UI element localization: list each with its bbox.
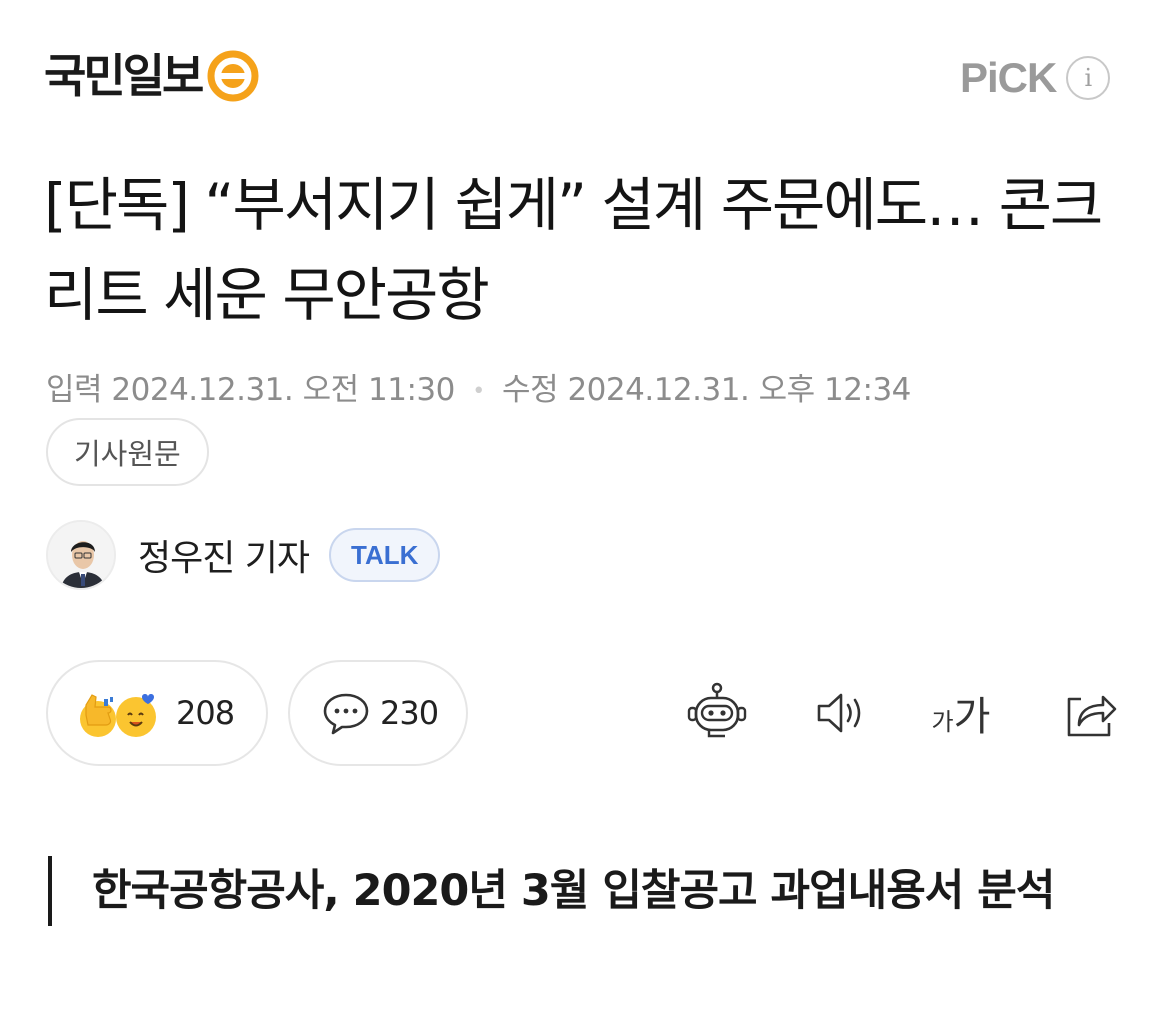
modified-datetime: 2024.12.31. 오후 12:34	[567, 372, 911, 408]
modified-label: 수정	[502, 372, 559, 408]
press-logo-icon	[207, 50, 259, 102]
font-size-icon: 가가	[932, 684, 991, 742]
reporter-name[interactable]: 정우진 기자	[138, 529, 310, 581]
article-timestamps: 입력 2024.12.31. 오전 11:30 • 수정 2024.12.31.…	[46, 368, 911, 414]
pick-label: PiCK	[960, 54, 1057, 101]
info-icon[interactable]: i	[1066, 56, 1111, 100]
article-subheading: 한국공항공사, 2020년 3월 입찰공고 과업내용서 분석	[48, 856, 1128, 926]
press-name: 국민일보	[44, 49, 204, 103]
font-size-big: 가	[953, 694, 991, 740]
original-article-button[interactable]: 기사원문	[46, 418, 209, 486]
reporter-avatar[interactable]	[46, 520, 116, 590]
talk-label: TALK	[351, 539, 419, 570]
font-size-small: 가	[931, 708, 954, 736]
reporter-photo-icon	[48, 522, 114, 588]
font-size-button[interactable]: 가가	[926, 680, 996, 746]
input-label: 입력	[46, 372, 103, 408]
speaker-icon	[817, 693, 861, 733]
reporter-row: 정우진 기자 TALK	[46, 520, 441, 590]
reaction-emoji-icon	[80, 694, 156, 737]
pick-badge[interactable]: PiCK i	[960, 54, 1111, 101]
article-headline: [단독] “부서지기 쉽게” 설계 주문에도… 콘크리트 세운 무안공항	[44, 171, 1103, 329]
comment-button[interactable]: 230	[288, 660, 468, 766]
share-button[interactable]	[1054, 680, 1124, 746]
comment-count: 230	[380, 694, 439, 732]
original-article-label: 기사원문	[74, 437, 181, 471]
meta-separator: •	[472, 378, 485, 404]
robot-summary-icon	[687, 682, 747, 738]
text-to-speech-button[interactable]	[806, 680, 876, 746]
summary-bot-button[interactable]	[682, 680, 752, 746]
comment-bubble-icon	[323, 693, 369, 735]
share-icon	[1067, 695, 1117, 737]
reporter-talk-button[interactable]: TALK	[329, 528, 441, 582]
reaction-button[interactable]: 208	[46, 660, 268, 766]
press-logo[interactable]: 국민일보	[44, 48, 259, 104]
like-count: 208	[176, 694, 235, 732]
input-datetime: 2024.12.31. 오전 11:30	[111, 372, 455, 408]
top-bar: 국민일보 PiCK i	[0, 0, 1170, 150]
